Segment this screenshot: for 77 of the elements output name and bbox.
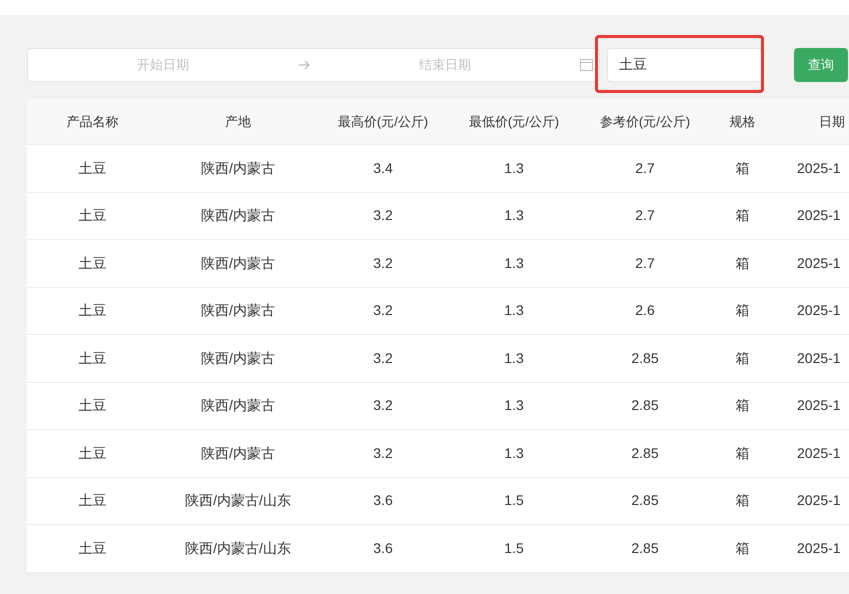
table-cell-text: 土豆 [78,491,108,510]
table-cell-text: 2025-1 [796,254,842,273]
table-cell-text: 3.2 [372,396,394,416]
table-cell-text: 1.5 [503,538,525,558]
table-cell-text: 箱 [734,158,750,178]
table-cell-text: 箱 [734,301,750,320]
column-header: 参考价(元/公斤) [598,112,692,131]
table-cell-text: 土豆 [78,348,108,368]
table-cell-text: 土豆 [78,301,108,320]
table-cell-text: 陕西/内蒙古/山东 [184,491,292,510]
start-date-field[interactable]: 开始日期 [28,55,298,75]
table-cell-text: 3.2 [372,348,394,368]
column-header: 产地 [224,112,252,131]
table-cell-text: 1.3 [503,396,525,416]
table-cell-text: 土豆 [78,396,108,416]
table-cell-text: 箱 [734,538,750,558]
table-cell-text: 箱 [734,348,750,368]
table-cell-text: 1.3 [503,254,525,273]
table-cell-text: 1.3 [503,301,525,320]
date-range-picker[interactable]: 开始日期 结束日期 [27,48,600,82]
query-button[interactable]: 查询 [794,48,848,82]
table-cell-text: 2.7 [634,206,656,226]
table-cell-text: 陕西/内蒙古 [200,444,276,463]
arrow-right-icon [298,59,310,71]
table-cell-text: 3.2 [372,444,394,463]
table-cell-text: 陕西/内蒙古 [200,396,276,416]
column-header: 日期 [818,112,846,131]
table-cell-text: 2025-1 [796,538,842,558]
table-cell-text: 陕西/内蒙古 [200,206,276,226]
table-cell-text: 1.3 [503,158,525,178]
calendar-icon [580,59,593,71]
table-cell-text: 箱 [734,444,750,463]
column-header: 规格 [728,112,756,131]
table-cell-text: 2.6 [634,301,656,320]
table-cell-text: 2025-1 [796,206,842,226]
table-cell-text: 2.7 [634,254,656,273]
table-cell-text: 1.5 [503,491,525,510]
table-cell-text: 1.3 [503,206,525,226]
table-cell-text: 箱 [734,206,750,226]
table-cell-text: 1.3 [503,348,525,368]
column-header: 最高价(元/公斤) [336,112,430,131]
table-cell-text: 3.6 [372,538,394,558]
table-cell-text: 箱 [734,491,750,510]
table-cell-text: 2025-1 [796,491,842,510]
table-cell-text: 2025-1 [796,444,842,463]
table-cell-text: 土豆 [78,206,108,226]
table-cell-text: 2025-1 [796,301,842,320]
table-cell-text: 箱 [734,254,750,273]
table-cell-text: 陕西/内蒙古 [200,254,276,273]
table-cell-text: 陕西/内蒙古 [200,348,276,368]
table-cell-text: 2.85 [630,538,660,558]
table-cell-text: 陕西/内蒙古/山东 [184,538,292,558]
column-header: 产品名称 [66,112,120,131]
end-date-field[interactable]: 结束日期 [310,55,580,75]
table-cell-text: 3.2 [372,206,394,226]
table-cell-text: 2.85 [630,396,660,416]
table-cell-text: 2025-1 [796,158,842,178]
table-cell-text: 陕西/内蒙古 [200,158,276,178]
table-cell-text: 3.4 [372,158,394,178]
table-cell-text: 3.2 [372,254,394,273]
table-cell-text: 土豆 [78,444,108,463]
table-cell-text: 土豆 [78,254,108,273]
search-field[interactable]: 土豆 [607,48,762,82]
column-header: 最低价(元/公斤) [468,112,560,131]
table-cell-text: 土豆 [78,158,108,178]
table-cell-text: 箱 [734,396,750,416]
table-cell-text: 2025-1 [796,396,842,416]
table-cell-text: 2.85 [630,491,660,510]
table-cell-text: 土豆 [78,538,108,558]
table-cell-text: 3.2 [372,301,394,320]
table-cell-text: 2.85 [630,444,660,463]
table-cell-text: 2.7 [634,158,656,178]
table-cell-text: 陕西/内蒙古 [200,301,276,320]
table-cell-text: 1.3 [503,444,525,463]
table-cell-text: 3.6 [372,491,394,510]
table-cell-text: 2.85 [630,348,660,368]
table-cell-text: 2025-1 [796,348,842,368]
